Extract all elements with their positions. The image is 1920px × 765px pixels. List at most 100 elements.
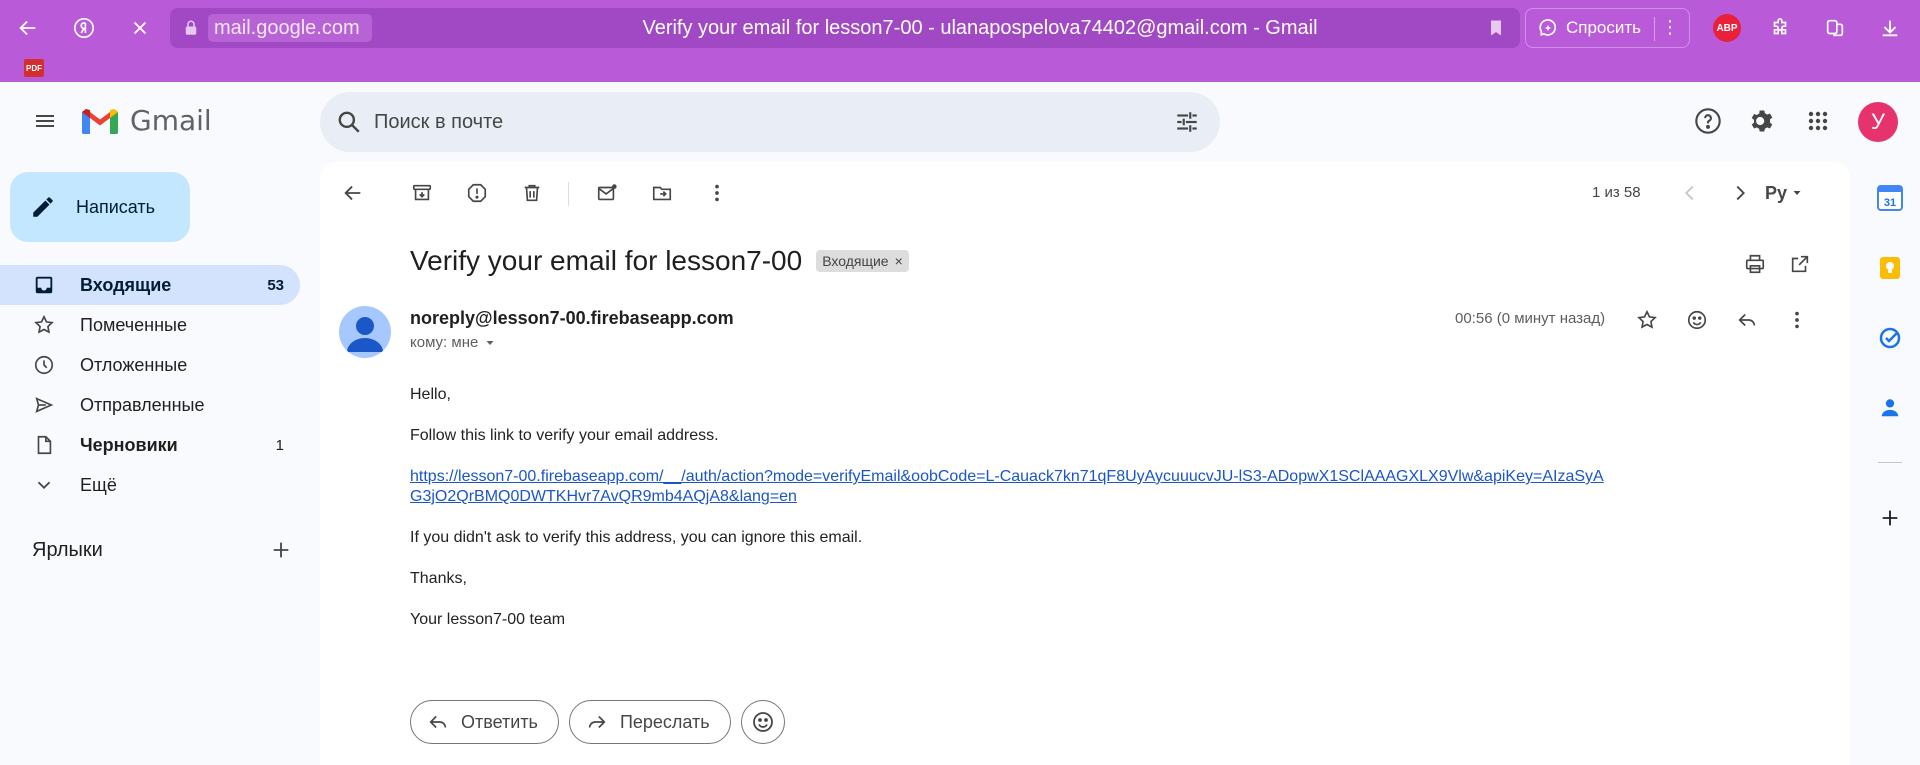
help-icon[interactable]: [1690, 103, 1726, 139]
sidebar-item-starred[interactable]: Помеченные: [0, 305, 300, 345]
tasks-icon[interactable]: [1874, 322, 1906, 354]
sender-avatar[interactable]: [339, 306, 391, 358]
account-avatar[interactable]: У: [1858, 102, 1898, 142]
unread-count: 53: [267, 276, 284, 294]
collections-icon[interactable]: [1817, 10, 1853, 46]
lock-icon: [185, 20, 197, 35]
yandex-icon[interactable]: [66, 10, 102, 46]
verify-link[interactable]: https://lesson7-00.firebaseapp.com/__/au…: [410, 468, 1604, 505]
add-label-icon[interactable]: [270, 539, 292, 561]
download-icon[interactable]: [1872, 10, 1908, 46]
body-line-1: Follow this link to verify your email ad…: [410, 427, 719, 444]
send-icon: [32, 393, 56, 417]
star-icon[interactable]: [1632, 305, 1662, 335]
extensions-icon[interactable]: [1762, 10, 1798, 46]
emoji-button[interactable]: [740, 700, 785, 744]
body-line-2: If you didn't ask to verify this address…: [410, 529, 863, 546]
toolbar-divider: [568, 182, 569, 206]
recipient-line[interactable]: кому: мне: [410, 334, 496, 351]
email-time: 00:56 (0 минут назад): [1455, 310, 1606, 327]
delete-icon[interactable]: [517, 178, 547, 208]
body-signature: Your lesson7-00 team: [410, 611, 566, 628]
bookmark-icon[interactable]: [1486, 18, 1506, 38]
ask-button[interactable]: Спросить ⋮: [1525, 8, 1690, 48]
older-chevron-right-icon[interactable]: [1725, 178, 1755, 208]
address-domain: mail.google.com: [208, 14, 372, 42]
sidebar-item-label: Черновики: [80, 434, 178, 455]
back-icon[interactable]: [10, 10, 46, 46]
contacts-icon[interactable]: [1874, 392, 1906, 424]
gmail-header: Gmail У: [0, 82, 1920, 160]
person-icon: [347, 317, 383, 352]
compose-label: Написать: [76, 196, 156, 217]
labels-title: Ярлыки: [32, 538, 103, 561]
address-bar[interactable]: mail.google.com Verify your email for le…: [170, 8, 1520, 48]
search-input[interactable]: [374, 104, 1134, 140]
side-panel-divider: [1878, 462, 1902, 463]
sidebar-item-label: Отправленные: [80, 394, 205, 415]
caret-down-icon: [486, 340, 494, 345]
archive-icon[interactable]: [407, 178, 437, 208]
search-bar[interactable]: [320, 92, 1220, 152]
back-to-inbox-icon[interactable]: [338, 178, 368, 208]
chip-label: Входящие: [822, 253, 889, 269]
reply-icon[interactable]: [1732, 305, 1762, 335]
mark-unread-icon[interactable]: [592, 178, 622, 208]
star-icon: [32, 313, 56, 337]
chevron-down-icon: [32, 473, 56, 497]
draft-count: 1: [275, 436, 284, 454]
forward-button[interactable]: Переслать: [568, 700, 731, 744]
message-more-icon[interactable]: [1782, 305, 1812, 335]
newer-chevron-left-icon[interactable]: [1675, 178, 1705, 208]
ask-label: Спросить: [1566, 18, 1642, 37]
sidebar-item-inbox[interactable]: Входящие 53: [0, 265, 300, 305]
reply-button[interactable]: Ответить: [410, 700, 559, 744]
input-tools-button[interactable]: Ру: [1760, 178, 1808, 208]
clock-icon: [32, 353, 56, 377]
reply-label: Ответить: [461, 711, 538, 732]
pagination-text: 1 из 58: [1592, 184, 1641, 201]
compose-button[interactable]: Написать: [10, 172, 190, 242]
inbox-icon: [32, 273, 56, 297]
sidebar-item-sent[interactable]: Отправленные: [0, 385, 300, 425]
print-icon[interactable]: [1740, 249, 1770, 279]
ask-icon: [1539, 19, 1557, 36]
email-subject-row: Verify your email for lesson7-00 Входящи…: [410, 245, 909, 277]
search-icon[interactable]: [336, 109, 362, 135]
browser-chrome: mail.google.com Verify your email for le…: [0, 0, 1920, 82]
sidebar-item-more[interactable]: Ещё: [0, 465, 300, 505]
gmail-logo-icon: [82, 108, 118, 134]
move-to-icon[interactable]: [647, 178, 677, 208]
sidebar-item-snoozed[interactable]: Отложенные: [0, 345, 300, 385]
more-options-icon[interactable]: [702, 178, 732, 208]
ask-divider: [1654, 17, 1655, 41]
apps-grid-icon[interactable]: [1800, 103, 1836, 139]
search-options-icon[interactable]: [1174, 109, 1200, 135]
pdf-bookmark-icon[interactable]: PDF: [24, 59, 44, 77]
report-spam-icon[interactable]: [462, 178, 492, 208]
adblock-extension-icon[interactable]: ABP: [1713, 14, 1741, 42]
calendar-icon[interactable]: 31: [1874, 182, 1906, 214]
smiley-icon: [752, 712, 773, 732]
email-toolbar: 1 из 58 Ру: [320, 162, 1850, 222]
forward-label: Переслать: [619, 711, 710, 732]
sidebar-item-drafts[interactable]: Черновики 1: [0, 425, 300, 465]
caret-down-icon: [1793, 191, 1801, 195]
main-menu-icon[interactable]: [28, 104, 62, 138]
sidebar-item-label: Помеченные: [80, 314, 187, 335]
draft-file-icon: [32, 433, 56, 457]
settings-gear-icon[interactable]: [1744, 103, 1780, 139]
ask-more-icon[interactable]: ⋮: [1661, 17, 1679, 38]
sender-address[interactable]: noreply@lesson7-00.firebaseapp.com: [410, 308, 734, 329]
gmail-logo[interactable]: Gmail: [80, 104, 212, 137]
sidebar-item-label: Ещё: [80, 474, 117, 495]
stop-loading-icon[interactable]: [122, 10, 158, 46]
open-new-window-icon[interactable]: [1785, 249, 1815, 279]
remove-label-icon[interactable]: ×: [895, 253, 903, 269]
emoji-reaction-icon[interactable]: [1682, 305, 1712, 335]
reply-icon: [429, 715, 447, 729]
add-addon-icon[interactable]: [1874, 502, 1906, 534]
page-title: Verify your email for lesson7-00 - ulana…: [642, 17, 1318, 39]
sidebar-item-label: Отложенные: [80, 354, 188, 375]
keep-icon[interactable]: [1874, 252, 1906, 284]
